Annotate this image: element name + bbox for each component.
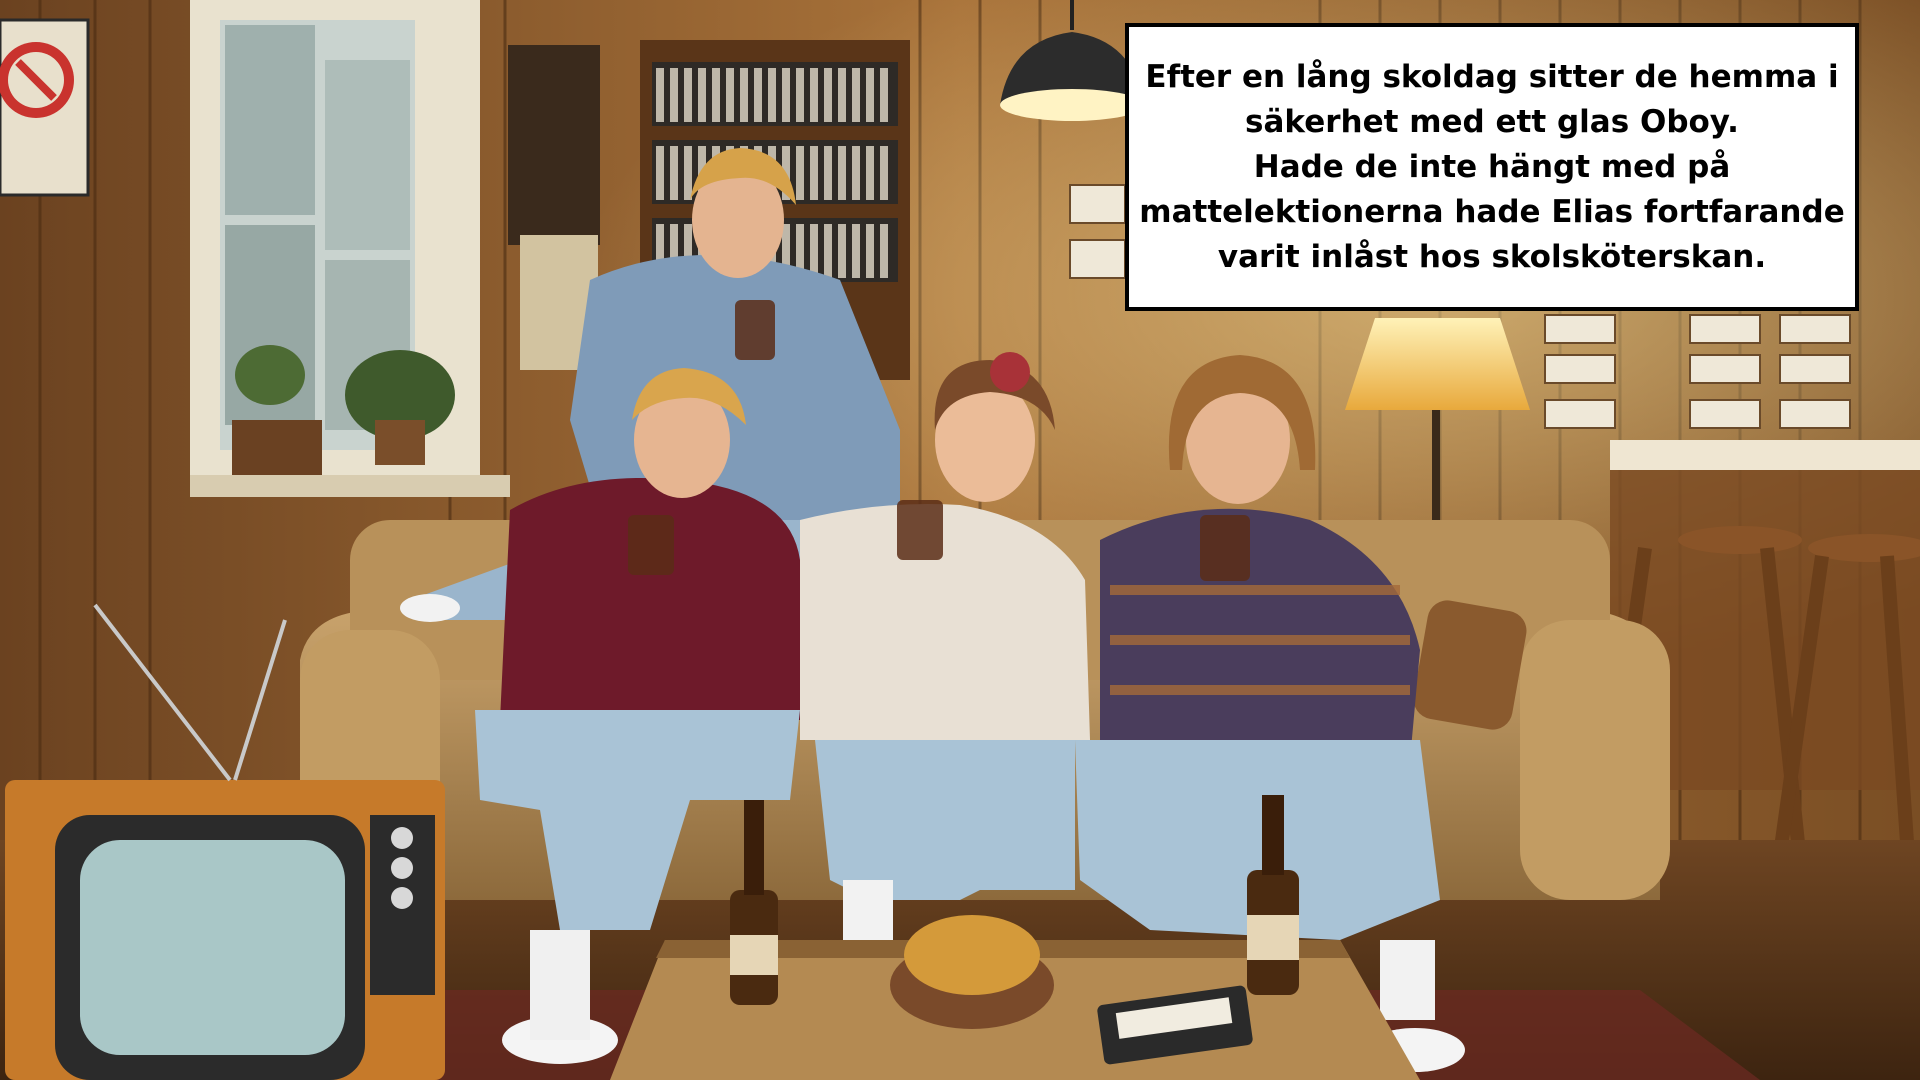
poster xyxy=(508,45,600,245)
caption-text: Efter en lång skoldag sitter de hemma i … xyxy=(1139,55,1844,280)
caption-box: Efter en lång skoldag sitter de hemma i … xyxy=(1125,23,1859,311)
caption-line: säkerhet med ett glas Oboy. xyxy=(1245,103,1739,140)
window xyxy=(190,0,510,497)
caption-line: mattelektionerna hade Elias fortfarande xyxy=(1139,193,1845,230)
caption-line: varit inlåst hos skolsköterskan. xyxy=(1217,238,1767,275)
caption-line: Efter en lång skoldag sitter de hemma i xyxy=(1145,58,1839,95)
sign-decoration xyxy=(0,18,90,197)
caption-line: Hade de inte hängt med på xyxy=(1253,148,1731,185)
